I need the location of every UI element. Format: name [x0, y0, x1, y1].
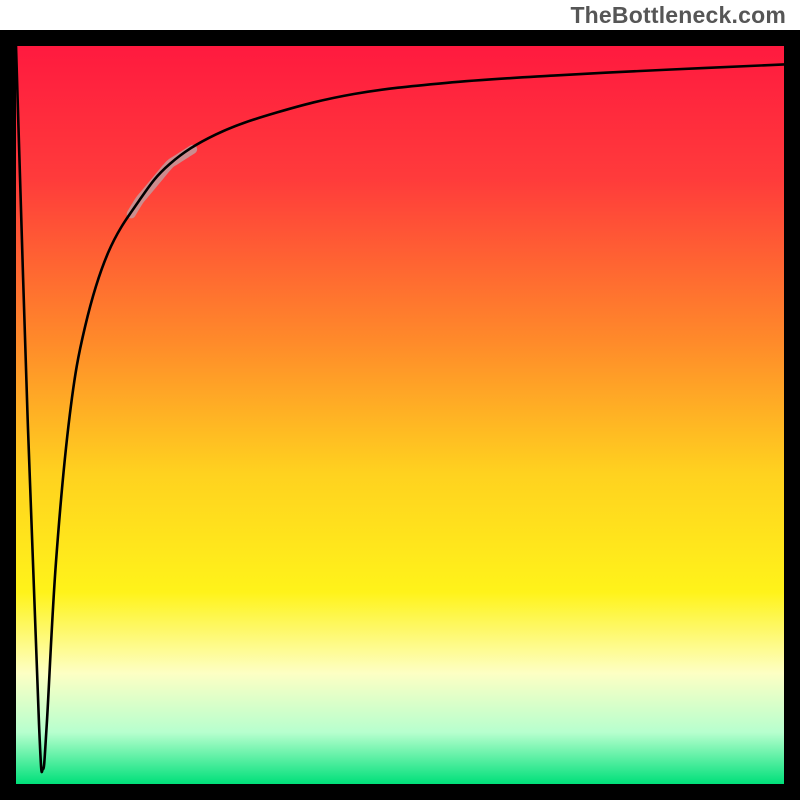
curve-svg: [16, 46, 784, 784]
plot-area: [16, 46, 784, 784]
curve-highlight: [131, 149, 192, 214]
frame-left: [0, 30, 16, 800]
chart-stage: TheBottleneck.com: [0, 0, 800, 800]
frame-right: [784, 30, 800, 800]
frame-bottom: [0, 784, 800, 800]
watermark-text: TheBottleneck.com: [570, 2, 786, 29]
bottleneck-curve: [16, 46, 784, 772]
frame-top: [0, 30, 800, 46]
